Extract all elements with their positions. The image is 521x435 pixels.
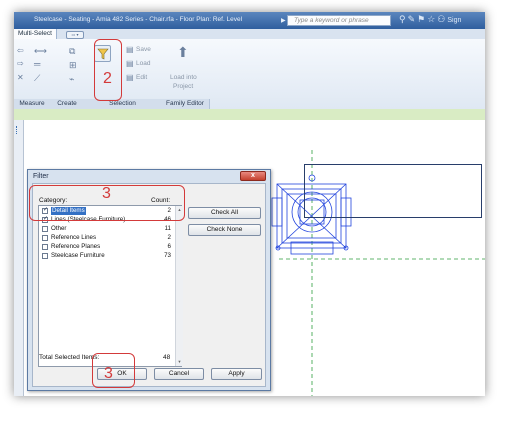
- load-into-project-icon: ⬆: [177, 44, 189, 60]
- category-name: Steelcase Furniture: [51, 252, 105, 259]
- edit-selection-button[interactable]: Edit: [136, 74, 147, 81]
- modify-arrow-icon[interactable]: ⇦: [17, 47, 24, 55]
- tab-multi-select[interactable]: Multi-Select: [14, 29, 57, 39]
- category-checkbox[interactable]: [42, 253, 48, 259]
- create-parts-icon[interactable]: ⌁: [69, 75, 74, 84]
- sign-in-link[interactable]: Sign: [447, 17, 461, 24]
- ribbon-tab-row: Multi-Select ▭ ▾: [14, 29, 485, 39]
- exchange-icon[interactable]: ⚑: [417, 14, 427, 24]
- category-checkbox[interactable]: [42, 226, 48, 232]
- check-all-button[interactable]: Check All: [188, 207, 261, 219]
- user-icon[interactable]: ⚇: [437, 14, 447, 24]
- callout-number-2: 2: [103, 70, 112, 87]
- cancel-button[interactable]: Cancel: [154, 368, 204, 380]
- sheet-outline: [304, 164, 482, 218]
- category-name: Other: [51, 225, 67, 232]
- search-placeholder: Type a keyword or phrase: [294, 17, 369, 24]
- panel-label-selection: Selection: [84, 99, 162, 109]
- titlebar-tools: ⚲✎⚑☆⚇Sign: [399, 14, 461, 25]
- window-title: Steelcase - Seating - Amia 482 Series - …: [34, 16, 243, 23]
- edit-selection-icon: ▤: [126, 73, 134, 82]
- title-bar: Steelcase - Seating - Amia 482 Series - …: [14, 12, 485, 29]
- category-checkbox[interactable]: [42, 244, 48, 250]
- category-count: 11: [164, 225, 171, 232]
- star-icon[interactable]: ☆: [427, 14, 437, 24]
- category-count: 73: [164, 252, 171, 259]
- check-none-button[interactable]: Check None: [188, 224, 261, 236]
- scroll-down-icon[interactable]: ▼: [177, 359, 182, 364]
- panel-label-create: Create: [50, 99, 85, 109]
- create-group-icon[interactable]: ⧉: [69, 47, 75, 56]
- panel-label-family-editor: Family Editor: [161, 99, 210, 109]
- total-selected-value: 48: [163, 354, 171, 361]
- load-selection-button[interactable]: Load: [136, 60, 150, 67]
- ribbon: ⇦ ⇨ ✕ ⟷ ═ ⟋ ⧉ ⊞ ⌁ ▤ Save ▤ Load ▤ Edit ⬆…: [14, 39, 485, 110]
- move-icon[interactable]: ⇨: [17, 60, 24, 68]
- callout-number-3-categories: 3: [102, 185, 111, 202]
- satellite-icon[interactable]: ✎: [408, 14, 418, 24]
- close-button[interactable]: x: [240, 171, 266, 181]
- delete-icon[interactable]: ✕: [17, 74, 24, 82]
- callout-box-ok: [92, 353, 135, 388]
- save-selection-button[interactable]: Save: [136, 46, 151, 53]
- search-expand-icon[interactable]: ▶: [281, 17, 286, 24]
- list-item[interactable]: Reference Lines 2: [39, 234, 173, 242]
- callout-number-3-ok: 3: [104, 365, 113, 382]
- load-into-label-1: Load into: [170, 74, 197, 81]
- measure-icon[interactable]: ⟷: [34, 47, 47, 56]
- category-list[interactable]: Detail Items 2 Lines (Steelcase Furnitur…: [38, 205, 183, 367]
- load-selection-icon: ▤: [126, 59, 134, 68]
- category-count: 6: [167, 243, 171, 250]
- category-name: Reference Planes: [51, 243, 101, 250]
- list-item[interactable]: Other 11: [39, 225, 173, 233]
- total-selected-label: Total Selected Items:: [39, 354, 100, 361]
- list-item[interactable]: Reference Planes 6: [39, 243, 173, 251]
- list-item[interactable]: Steelcase Furniture 73: [39, 252, 173, 260]
- load-into-project-button[interactable]: ⬆ Load into Project: [166, 43, 202, 95]
- category-name: Reference Lines: [51, 234, 97, 241]
- ribbon-minimize-toggle[interactable]: ▭ ▾: [66, 31, 84, 39]
- angle-icon[interactable]: ⟋: [34, 74, 40, 83]
- filter-dialog-title: Filter: [33, 173, 49, 180]
- search-box[interactable]: ▶ Type a keyword or phrase: [281, 15, 391, 26]
- category-checkbox[interactable]: [42, 235, 48, 241]
- list-scrollbar[interactable]: ▲ ▼: [175, 206, 183, 366]
- category-count: 2: [167, 234, 171, 241]
- create-similar-icon[interactable]: ⊞: [69, 61, 77, 70]
- panel-label-measure: Measure: [14, 99, 51, 109]
- binoculars-icon[interactable]: ⚲: [399, 14, 408, 24]
- save-selection-icon: ▤: [126, 45, 134, 54]
- apply-button[interactable]: Apply: [211, 368, 262, 380]
- load-into-label-2: Project: [173, 83, 194, 90]
- dimension-icon[interactable]: ═: [34, 60, 40, 69]
